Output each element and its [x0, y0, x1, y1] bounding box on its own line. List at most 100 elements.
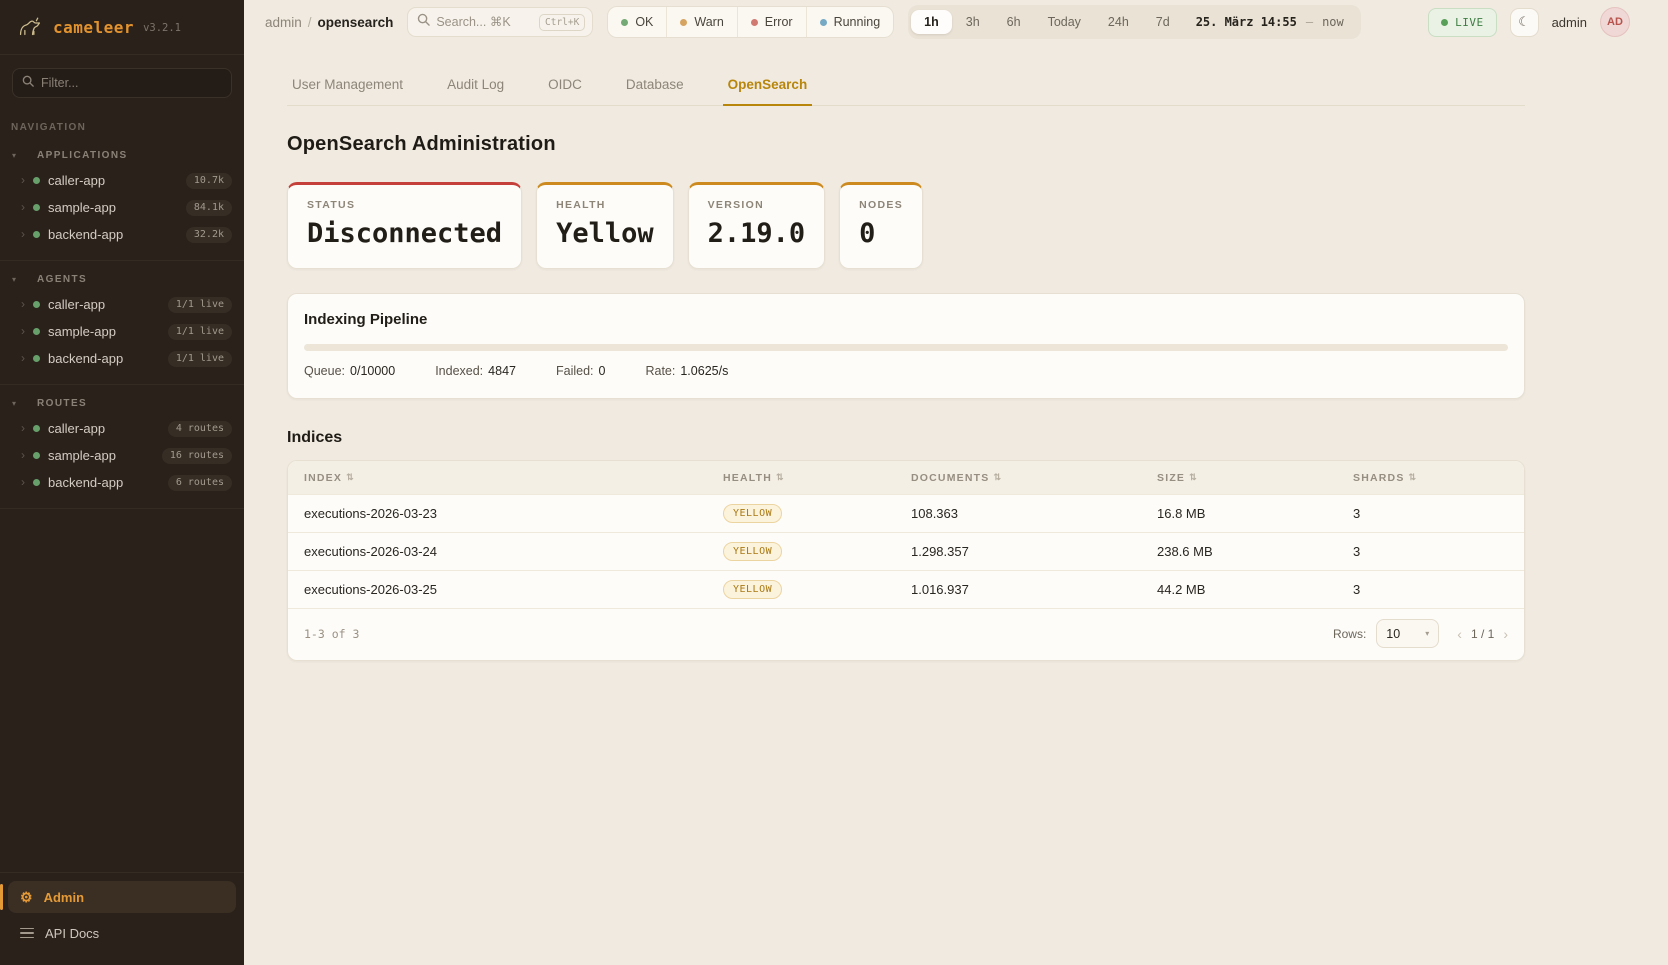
cell-shards: 3	[1353, 506, 1508, 521]
section-header-routes[interactable]: ▾ ROUTES	[0, 395, 244, 415]
indices-title: Indices	[287, 429, 1525, 447]
time-range-7d[interactable]: 7d	[1143, 10, 1183, 34]
cell-index: executions-2026-03-24	[304, 544, 723, 559]
tab-oidc[interactable]: OIDC	[543, 68, 587, 105]
time-range-24h[interactable]: 24h	[1095, 10, 1142, 34]
health-badge: YELLOW	[723, 542, 782, 561]
table-row[interactable]: executions-2026-03-25 YELLOW 1.016.937 4…	[288, 570, 1524, 608]
section-header-agents[interactable]: ▾ AGENTS	[0, 271, 244, 291]
sidebar-item-label: backend-app	[48, 475, 123, 490]
next-page-button[interactable]: ›	[1503, 627, 1508, 641]
cell-shards: 3	[1353, 582, 1508, 597]
sidebar-item-routes-sample-app[interactable]: › sample-app 16 routes	[0, 442, 244, 469]
sidebar-item-agents-caller-app[interactable]: › caller-app 1/1 live	[0, 291, 244, 318]
cell-documents: 1.298.357	[911, 544, 1157, 559]
sidebar-item-badge: 1/1 live	[168, 351, 232, 367]
pipeline-title: Indexing Pipeline	[304, 311, 1508, 328]
column-header-index[interactable]: INDEX ⇅	[304, 472, 723, 484]
status-dot	[33, 231, 40, 238]
status-dot	[33, 425, 40, 432]
sidebar-item-applications-caller-app[interactable]: › caller-app 10.7k	[0, 167, 244, 194]
sidebar-item-routes-caller-app[interactable]: › caller-app 4 routes	[0, 415, 244, 442]
topbar-right-cluster: LIVE ☾ admin AD	[1428, 7, 1630, 37]
sidebar-item-label: sample-app	[48, 200, 116, 215]
table-footer-right: Rows: 10 ▾ ‹ 1 / 1 ›	[1333, 619, 1508, 648]
previous-page-button[interactable]: ‹	[1457, 627, 1462, 641]
breadcrumb-separator: /	[308, 15, 312, 30]
stat-card-health: HEALTH Yellow	[536, 182, 674, 269]
live-badge[interactable]: LIVE	[1428, 8, 1497, 37]
time-range-selector: 1h 3h 6h Today 24h 7d 25. März 14:55 — n…	[908, 5, 1361, 39]
tab-opensearch[interactable]: OpenSearch	[723, 68, 813, 106]
time-range-3h[interactable]: 3h	[953, 10, 993, 34]
list-icon	[20, 928, 34, 939]
table-row[interactable]: executions-2026-03-24 YELLOW 1.298.357 2…	[288, 532, 1524, 570]
time-range-1h[interactable]: 1h	[911, 10, 952, 34]
search-icon	[22, 74, 34, 92]
admin-tabs: User Management Audit Log OIDC Database …	[287, 68, 1525, 106]
time-range-6h[interactable]: 6h	[994, 10, 1034, 34]
status-filter-running[interactable]: Running	[806, 7, 894, 37]
stat-cards-row: STATUS Disconnected HEALTH Yellow VERSIO…	[287, 182, 1525, 269]
filter-input[interactable]	[41, 76, 222, 90]
sidebar-item-api-docs[interactable]: API Docs	[8, 917, 236, 949]
tab-database[interactable]: Database	[621, 68, 689, 105]
sidebar-item-badge: 4 routes	[168, 421, 232, 437]
stat-label: Failed:	[556, 364, 594, 378]
column-header-documents[interactable]: DOCUMENTS ⇅	[911, 472, 1157, 484]
chevron-right-icon: ›	[21, 449, 25, 461]
sidebar-item-applications-sample-app[interactable]: › sample-app 84.1k	[0, 194, 244, 221]
running-status-dot	[820, 19, 827, 26]
status-filter-warn[interactable]: Warn	[666, 7, 736, 37]
time-display[interactable]: 25. März 14:55 — now	[1184, 15, 1358, 29]
page-title: OpenSearch Administration	[287, 133, 1525, 156]
status-filter-ok[interactable]: OK	[608, 7, 666, 37]
moon-icon: ☾	[1518, 14, 1530, 30]
cell-index: executions-2026-03-23	[304, 506, 723, 521]
topbar: admin / opensearch Ctrl+K OK	[244, 0, 1668, 44]
brand-name: cameleer	[53, 18, 134, 37]
warn-status-dot	[680, 19, 687, 26]
pipeline-stat-queue: Queue: 0/10000	[304, 364, 395, 378]
chevron-right-icon: ›	[21, 228, 25, 240]
column-label: INDEX	[304, 472, 342, 484]
stat-card-label: HEALTH	[556, 199, 654, 211]
stat-value: 1.0625/s	[680, 364, 728, 378]
sidebar-filter[interactable]	[12, 68, 232, 98]
error-status-dot	[751, 19, 758, 26]
column-header-shards[interactable]: SHARDS ⇅	[1353, 472, 1508, 484]
section-header-applications[interactable]: ▾ APPLICATIONS	[0, 147, 244, 167]
stat-label: Rate:	[645, 364, 675, 378]
chevron-right-icon: ›	[21, 476, 25, 488]
sidebar-item-badge: 32.2k	[186, 227, 232, 243]
tab-audit-log[interactable]: Audit Log	[442, 68, 509, 105]
theme-toggle-button[interactable]: ☾	[1510, 8, 1539, 37]
search-input[interactable]	[436, 15, 533, 29]
breadcrumb-parent[interactable]: admin	[265, 15, 302, 30]
sidebar-item-agents-sample-app[interactable]: › sample-app 1/1 live	[0, 318, 244, 345]
app-root: cameleer v3.2.1 NAVIGATION ▾ APPLICATION…	[0, 0, 1668, 965]
tab-user-management[interactable]: User Management	[287, 68, 408, 105]
time-range-today[interactable]: Today	[1035, 10, 1094, 34]
avatar[interactable]: AD	[1600, 7, 1630, 37]
stat-card-value: Disconnected	[307, 218, 502, 249]
camel-logo-icon	[16, 13, 44, 42]
indices-table: INDEX ⇅ HEALTH ⇅ DOCUMENTS ⇅ SIZE ⇅	[287, 460, 1525, 661]
rows-per-page-select[interactable]: 10 ▾	[1376, 619, 1439, 648]
sidebar-item-applications-backend-app[interactable]: › backend-app 32.2k	[0, 221, 244, 248]
status-filter-error[interactable]: Error	[737, 7, 806, 37]
sidebar-item-admin[interactable]: ⚙ Admin	[8, 881, 236, 913]
table-row[interactable]: executions-2026-03-23 YELLOW 108.363 16.…	[288, 494, 1524, 532]
chevron-right-icon: ›	[21, 325, 25, 337]
column-header-health[interactable]: HEALTH ⇅	[723, 472, 911, 484]
caret-down-icon: ▾	[12, 152, 16, 160]
nav-section-agents: ▾ AGENTS › caller-app 1/1 live › sample-…	[0, 261, 244, 385]
sort-icon: ⇅	[993, 472, 1002, 483]
column-header-size[interactable]: SIZE ⇅	[1157, 472, 1353, 484]
sidebar-item-badge: 1/1 live	[168, 297, 232, 313]
column-label: SIZE	[1157, 472, 1185, 484]
sidebar-item-routes-backend-app[interactable]: › backend-app 6 routes	[0, 469, 244, 496]
global-search[interactable]: Ctrl+K	[407, 7, 593, 37]
sidebar-item-agents-backend-app[interactable]: › backend-app 1/1 live	[0, 345, 244, 372]
sidebar-item-label: sample-app	[48, 324, 116, 339]
